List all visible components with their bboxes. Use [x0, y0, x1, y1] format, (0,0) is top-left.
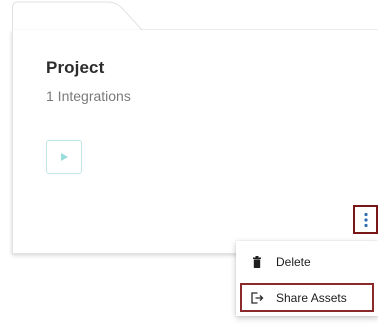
menu-item-label: Delete [276, 255, 311, 269]
more-vertical-icon [363, 212, 368, 227]
integrations-count: 1 Integrations [46, 88, 131, 104]
trash-icon [246, 256, 268, 268]
play-icon [61, 153, 68, 161]
context-menu: Delete Share Assets [236, 241, 378, 316]
project-title: Project [46, 58, 105, 77]
page-stage: Project 1 Integrations Delete Share Asse… [0, 0, 378, 326]
share-exit-icon [246, 291, 268, 304]
run-button[interactable] [46, 140, 82, 174]
menu-item-label: Share Assets [276, 290, 347, 305]
more-options-button[interactable] [353, 205, 378, 234]
menu-item-share-assets[interactable]: Share Assets [240, 283, 374, 312]
menu-item-delete[interactable]: Delete [236, 247, 378, 277]
